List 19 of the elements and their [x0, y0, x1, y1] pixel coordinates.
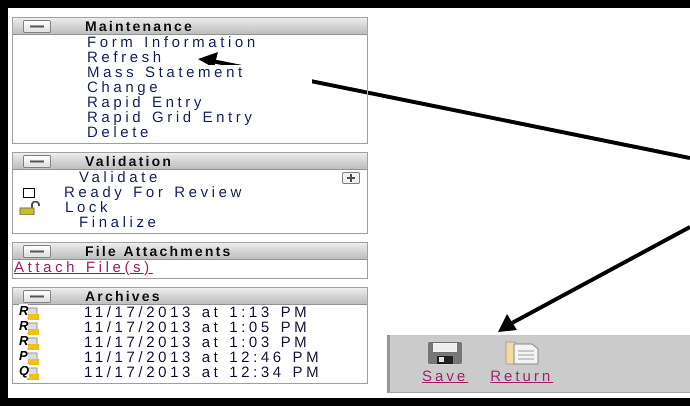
save-button[interactable]: Save [422, 341, 468, 385]
menu-link[interactable]: Mass Statement Change [87, 65, 312, 95]
collapse-button[interactable] [23, 20, 51, 32]
minus-icon [30, 250, 44, 252]
panel-title: File Attachments [85, 243, 232, 259]
collapse-button[interactable] [23, 244, 51, 258]
panel-title: Archives [85, 288, 162, 304]
checkbox[interactable] [23, 188, 35, 198]
minus-icon [30, 24, 44, 28]
attach-link[interactable]: Attach File(s) [13, 260, 153, 275]
minus-icon [30, 160, 44, 162]
panel-title: Validation [85, 153, 174, 169]
expand-icon[interactable] [342, 172, 360, 184]
collapse-button[interactable] [23, 290, 51, 302]
minus-icon [30, 294, 44, 298]
return-button[interactable]: Return [490, 341, 554, 385]
panel-title: Maintenance [85, 18, 194, 34]
collapse-button[interactable] [23, 154, 51, 168]
document-icon [504, 341, 540, 365]
